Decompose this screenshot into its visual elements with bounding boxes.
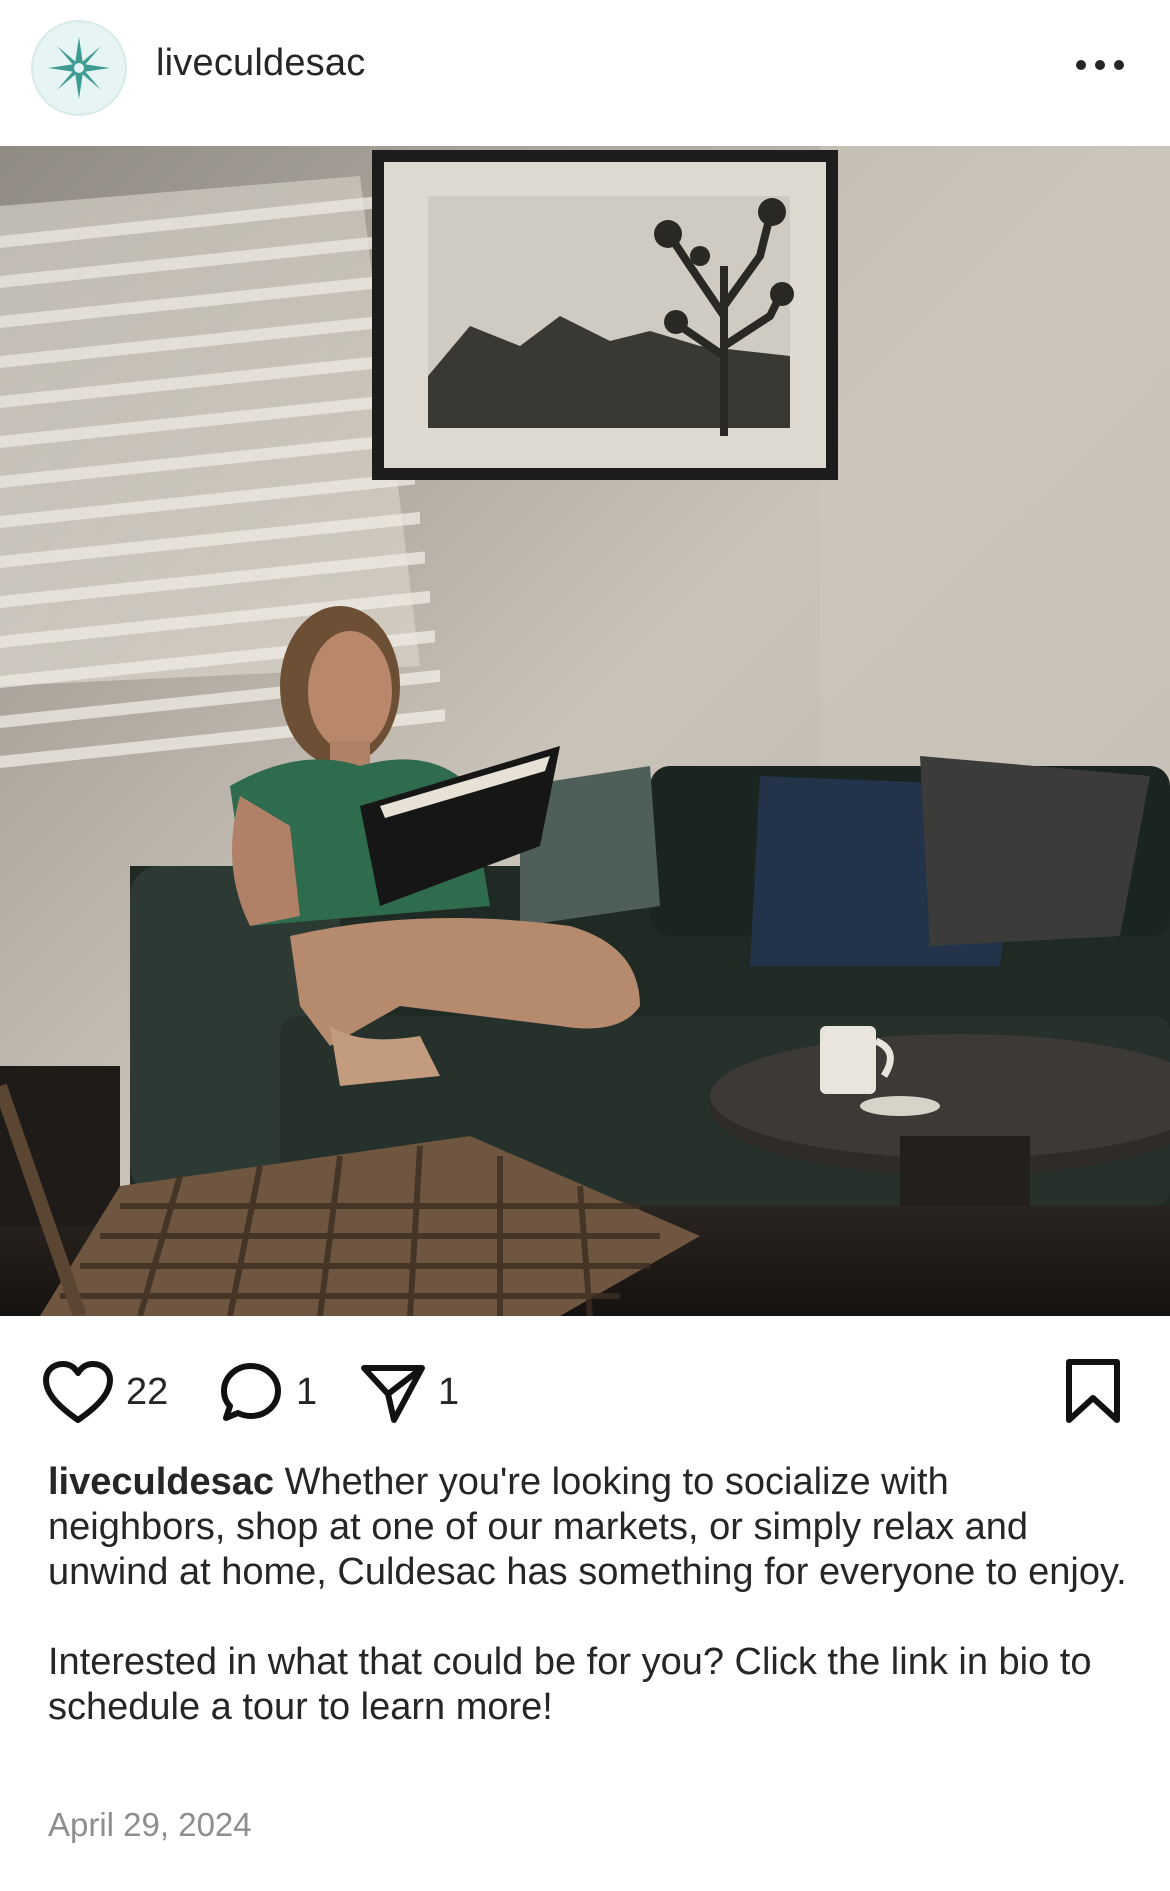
share-action[interactable]: 1: [360, 1360, 459, 1424]
send-icon[interactable]: [360, 1360, 426, 1424]
save-button[interactable]: [1064, 1358, 1122, 1429]
caption-username[interactable]: liveculdesac: [48, 1461, 274, 1503]
avatar[interactable]: [31, 20, 127, 116]
post-date: April 29, 2024: [48, 1806, 252, 1843]
like-count: 22: [126, 1370, 169, 1413]
post-caption: liveculdesac Whether you're looking to s…: [48, 1460, 1128, 1730]
post-actions-bar: 22 1 1: [0, 1340, 1170, 1440]
post-photo[interactable]: [0, 146, 1170, 1316]
compass-star-icon: [48, 37, 110, 99]
comment-count: 1: [296, 1370, 318, 1413]
more-options-button[interactable]: [1070, 40, 1130, 90]
comment-action[interactable]: 1: [218, 1360, 317, 1424]
caption-paragraph-1: liveculdesac Whether you're looking to s…: [48, 1460, 1128, 1595]
post-username[interactable]: liveculdesac: [156, 42, 365, 85]
post-header: liveculdesac: [0, 0, 1170, 146]
caption-paragraph-2: Interested in what that could be for you…: [48, 1641, 1092, 1728]
share-count: 1: [438, 1370, 460, 1413]
like-action[interactable]: 22: [42, 1360, 168, 1424]
bookmark-icon[interactable]: [1064, 1358, 1122, 1424]
living-room-photo: [0, 146, 1170, 1316]
heart-icon[interactable]: [42, 1360, 114, 1424]
comment-icon[interactable]: [218, 1360, 284, 1424]
ellipsis-icon: [1076, 60, 1124, 70]
